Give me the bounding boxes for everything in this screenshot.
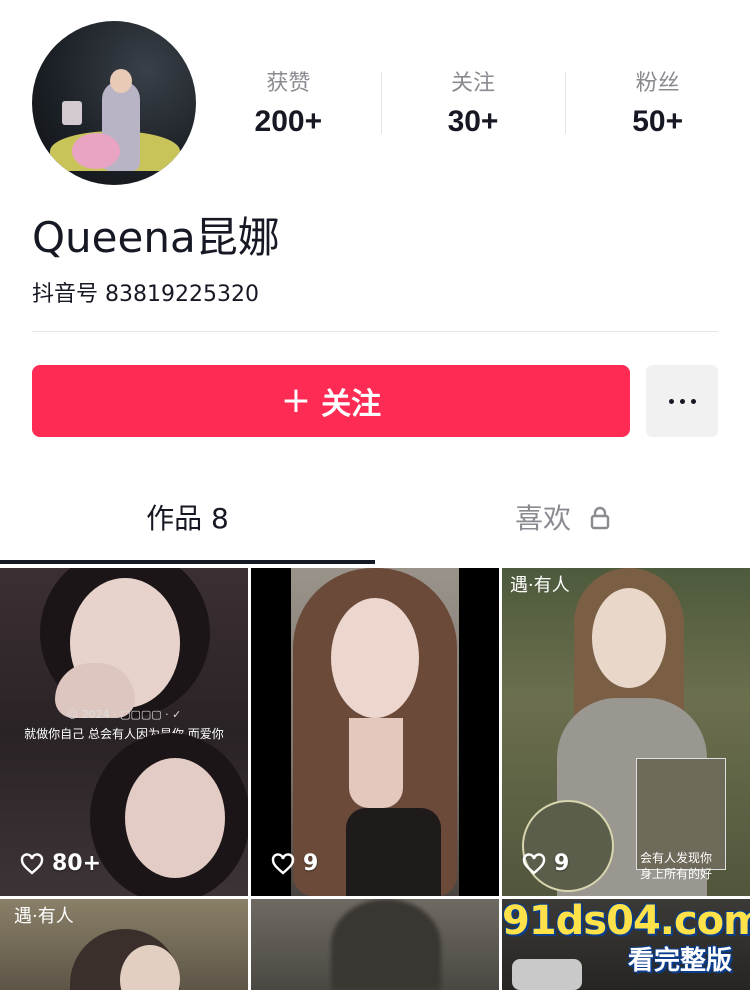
tab-likes-label: 喜欢	[515, 502, 572, 535]
profile-tabs: 作品 8 喜欢	[0, 490, 750, 564]
video-thumbnail[interactable]: 遇·有人	[0, 899, 248, 990]
video-likes-count: 9	[303, 851, 319, 876]
tab-underline	[0, 560, 375, 564]
avatar-flowers	[72, 133, 120, 169]
thumb-subject	[331, 899, 441, 990]
tab-works-label: 作品	[146, 502, 203, 535]
avatar-head	[110, 69, 132, 93]
tab-works-count: 8	[211, 502, 229, 535]
video-caption: 会有人发现你 身上所有的好	[610, 850, 742, 882]
thumb-face	[125, 758, 225, 878]
stat-label: 粉丝	[635, 71, 680, 96]
video-likes: 9	[522, 851, 569, 876]
profile-name: Queena昆娜	[32, 213, 280, 262]
video-thumbnail[interactable]: 9	[251, 568, 499, 896]
more-button[interactable]	[646, 365, 718, 437]
tab-likes[interactable]: 喜欢	[375, 490, 750, 564]
video-likes: 9	[271, 851, 318, 876]
thumb-face	[331, 598, 419, 718]
stat-value: 50+	[632, 105, 684, 138]
video-stamp: 遇·有人	[510, 575, 570, 596]
video-thumbnail[interactable]: ☺ 2024 · ▢▢▢▢ · ✓ 就做你自己 总会有人因为是你 而爱你 80+	[0, 568, 248, 896]
divider	[32, 331, 718, 332]
stat-following[interactable]: 关注 30+	[380, 70, 566, 140]
video-likes-count: 9	[554, 851, 570, 876]
stat-label: 关注	[451, 71, 496, 96]
video-caption-line: 会有人发现你	[639, 851, 712, 865]
thumb-face	[592, 588, 666, 688]
heart-icon	[522, 852, 546, 875]
stat-value: 30+	[447, 105, 499, 138]
more-dot-icon	[668, 398, 674, 404]
heart-icon	[271, 852, 295, 875]
thumb-clothing	[346, 808, 441, 896]
thumb-neck	[349, 718, 403, 808]
watermark: 91ds04.com 看完整版	[502, 898, 750, 990]
follow-label: 关注	[321, 387, 382, 422]
lock-icon	[590, 506, 610, 530]
plus-icon: +	[280, 380, 312, 421]
video-likes-count: 80+	[52, 851, 102, 876]
video-thumbnail[interactable]	[251, 899, 499, 990]
stat-followers[interactable]: 粉丝 50+	[565, 70, 750, 140]
stat-likes[interactable]: 获赞 200+	[196, 70, 381, 140]
douyin-id-label: 抖音号	[32, 282, 99, 307]
video-caption: 就做你自己 总会有人因为是你 而爱你	[24, 727, 224, 741]
more-dot-icon	[679, 398, 685, 404]
more-dot-icon	[690, 398, 696, 404]
watermark-domain: 91ds04.com	[502, 898, 750, 944]
video-thumbnail[interactable]: 遇·有人 会有人发现你 身上所有的好 9	[502, 568, 750, 896]
tab-works[interactable]: 作品 8	[0, 490, 375, 564]
stat-value: 200+	[254, 105, 323, 138]
video-caption-top: ☺ 2024 · ▢▢▢▢ · ✓	[66, 708, 182, 721]
video-stamp: 遇·有人	[14, 906, 74, 927]
thumb-inset-circle	[522, 800, 614, 892]
video-caption-line: 身上所有的好	[639, 867, 712, 881]
stat-label: 获赞	[266, 71, 311, 96]
heart-icon	[20, 852, 44, 875]
profile-avatar[interactable]	[32, 21, 196, 185]
watermark-sub: 看完整版	[628, 946, 733, 976]
douyin-id-value: 83819225320	[105, 282, 259, 307]
profile-stats: 获赞 200+ 关注 30+ 粉丝 50+	[196, 70, 750, 140]
follow-button[interactable]: + 关注	[32, 365, 630, 437]
douyin-id: 抖音号 83819225320	[32, 280, 259, 310]
video-likes: 80+	[20, 851, 101, 876]
avatar-light	[62, 101, 82, 125]
